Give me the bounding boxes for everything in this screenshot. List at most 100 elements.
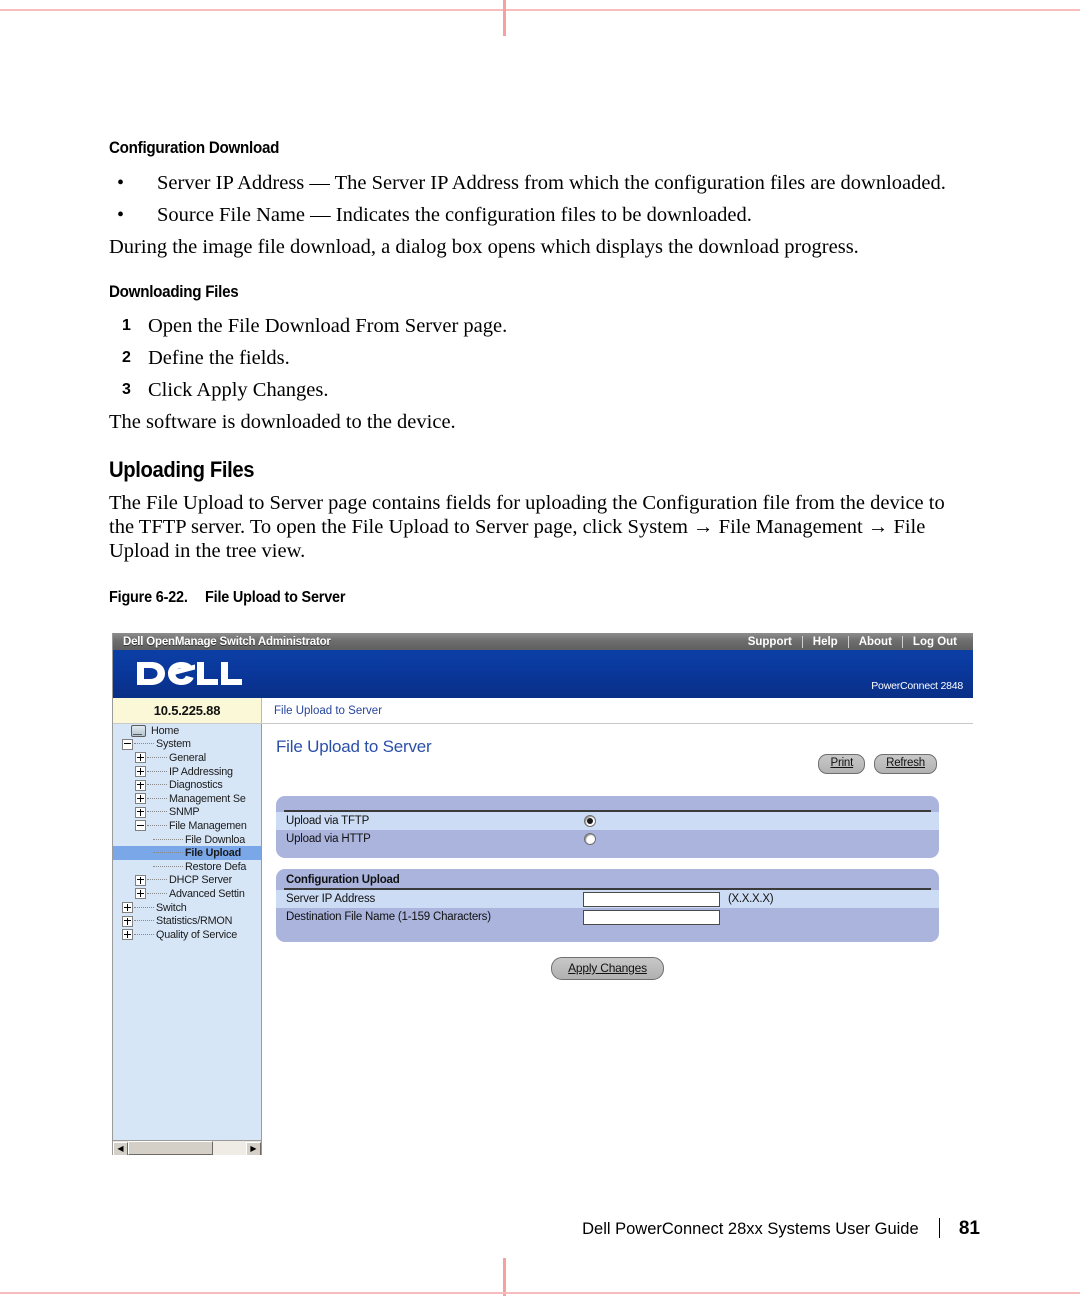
tree-connector xyxy=(147,824,167,827)
footer-guide-title: Dell PowerConnect 28xx Systems User Guid… xyxy=(582,1220,919,1238)
row-upload-via-tftp[interactable]: Upload via TFTP xyxy=(276,812,939,830)
configuration-upload-panel: Configuration Upload Server IP Address (… xyxy=(276,869,939,942)
tree-item-label: Home xyxy=(151,724,180,737)
nav-link-help[interactable]: Help xyxy=(803,636,848,648)
tree-connector xyxy=(147,784,167,786)
tree-item-file-upload[interactable]: File Upload xyxy=(113,846,261,860)
refresh-button[interactable]: Refresh xyxy=(874,754,937,774)
server-ip-format-hint: (X.X.X.X) xyxy=(728,893,774,905)
figure-title: File Upload to Server xyxy=(205,589,346,606)
breadcrumb: File Upload to Server xyxy=(274,704,383,717)
nav-link-about[interactable]: About xyxy=(849,636,902,648)
tree-scroll-viewport: Home System General IP Addressing Diagno… xyxy=(113,724,261,1141)
scroll-right-arrow-icon[interactable]: ▶ xyxy=(246,1141,261,1155)
collapse-minus-icon[interactable] xyxy=(135,820,146,832)
tree-item-snmp[interactable]: SNMP xyxy=(113,806,261,820)
tree-item-quality-of-service[interactable]: Quality of Service xyxy=(113,928,261,942)
heading-uploading-files: Uploading Files xyxy=(109,457,255,482)
row-server-ip-address: Server IP Address (X.X.X.X) xyxy=(276,890,939,908)
print-button[interactable]: Print xyxy=(818,754,866,774)
expand-plus-icon[interactable] xyxy=(135,888,146,900)
tree-connector xyxy=(153,838,183,841)
tree-item-switch[interactable]: Switch xyxy=(113,901,261,915)
apply-button-row: Apply Changes xyxy=(276,957,939,980)
row-label: Server IP Address xyxy=(286,893,376,905)
tree-item-dhcp-server[interactable]: DHCP Server xyxy=(113,874,261,888)
expand-plus-icon[interactable] xyxy=(135,806,146,818)
nav-link-log-out[interactable]: Log Out xyxy=(903,636,967,648)
paragraph-uploading-files: The File Upload to Server page contains … xyxy=(109,492,945,562)
expand-plus-icon[interactable] xyxy=(122,915,133,927)
bullet-text: Server IP Address — The Server IP Addres… xyxy=(157,172,946,194)
tree-connector xyxy=(147,879,167,881)
navigation-tree[interactable]: Home System General IP Addressing Diagno… xyxy=(113,724,262,1155)
tree-item-management-security[interactable]: Management Se xyxy=(113,792,261,806)
step-number: 2 xyxy=(122,349,131,366)
device-ip-address: 10.5.225.88 xyxy=(113,698,262,723)
device-model: PowerConnect 2848 xyxy=(871,680,963,692)
expand-plus-icon[interactable] xyxy=(135,752,146,764)
tree-item-home[interactable]: Home xyxy=(113,724,261,738)
tree-item-general[interactable]: General xyxy=(113,751,261,765)
tree-connector xyxy=(153,852,183,854)
tree-item-advanced-settings[interactable]: Advanced Settin xyxy=(113,887,261,901)
expand-plus-icon[interactable] xyxy=(135,779,146,791)
tree-item-file-download[interactable]: File Downloa xyxy=(113,833,261,847)
footer-page-number: 81 xyxy=(958,1218,980,1239)
heading-downloading-files: Downloading Files xyxy=(109,283,239,301)
expand-plus-icon[interactable] xyxy=(135,793,146,805)
tree-item-label: IP Addressing xyxy=(169,765,233,778)
apply-changes-button[interactable]: Apply Changes xyxy=(551,957,664,980)
tree-item-label: System xyxy=(156,738,191,751)
expand-plus-icon[interactable] xyxy=(135,874,146,886)
page-footer: Dell PowerConnect 28xx Systems User Guid… xyxy=(0,1218,1080,1240)
tree-item-restore-defaults[interactable]: Restore Defa xyxy=(113,860,261,874)
footer-separator xyxy=(939,1218,941,1238)
tree-connector xyxy=(147,811,167,813)
page-canvas: Configuration Download • Server IP Addre… xyxy=(0,0,1080,1296)
tree-item-label: Advanced Settin xyxy=(169,887,245,900)
expand-plus-icon[interactable] xyxy=(135,766,146,778)
upload-method-panel: Upload via TFTP Upload via HTTP xyxy=(276,796,939,858)
paragraph-download-progress: During the image file download, a dialog… xyxy=(109,236,859,258)
radio-upload-via-tftp[interactable] xyxy=(584,815,596,827)
tree-connector xyxy=(134,743,154,745)
figure-screenshot: Dell OpenManage Switch Administrator Sup… xyxy=(112,633,973,1155)
tree-item-system[interactable]: System xyxy=(113,738,261,752)
tree-item-label: File Upload xyxy=(185,847,241,860)
scrollbar-track[interactable] xyxy=(128,1141,246,1155)
step-number: 3 xyxy=(122,381,131,398)
tree-item-label: File Managemen xyxy=(169,819,247,832)
expand-plus-icon[interactable] xyxy=(122,902,133,914)
scroll-left-arrow-icon[interactable]: ◀ xyxy=(113,1141,128,1155)
app-ip-bar: 10.5.225.88 File Upload to Server xyxy=(113,698,973,724)
tree-connector xyxy=(134,933,154,936)
server-ip-input[interactable] xyxy=(583,891,720,907)
app-title: Dell OpenManage Switch Administrator xyxy=(123,635,331,648)
expand-plus-icon[interactable] xyxy=(122,929,133,941)
tree-item-ip-addressing[interactable]: IP Addressing xyxy=(113,765,261,779)
collapse-minus-icon[interactable] xyxy=(122,738,133,750)
tree-item-label: Quality of Service xyxy=(156,928,238,941)
scrollbar-thumb[interactable] xyxy=(128,1141,213,1155)
tree-item-diagnostics[interactable]: Diagnostics xyxy=(113,778,261,792)
row-upload-via-http[interactable]: Upload via HTTP xyxy=(276,830,939,848)
figure-number: Figure 6-22. xyxy=(109,589,188,606)
step-text: Open the File Download From Server page. xyxy=(148,315,508,337)
tree-item-file-management[interactable]: File Managemen xyxy=(113,819,261,833)
tree-connector xyxy=(147,756,167,759)
bullet-text: Source File Name — Indicates the configu… xyxy=(157,204,752,226)
row-label: Upload via TFTP xyxy=(286,815,370,827)
radio-upload-via-http[interactable] xyxy=(584,833,596,845)
destination-file-name-input[interactable] xyxy=(583,909,720,925)
tree-item-label: SNMP xyxy=(169,806,200,819)
nav-link-support[interactable]: Support xyxy=(738,636,802,648)
step-number: 1 xyxy=(122,317,131,334)
tree-horizontal-scrollbar[interactable]: ◀ ▶ xyxy=(113,1140,261,1155)
tree-item-label: Restore Defa xyxy=(185,860,247,873)
tree-item-label: General xyxy=(169,751,207,764)
tree-connector xyxy=(147,797,167,800)
bullet-dot-icon: • xyxy=(117,204,125,226)
step-text: Click Apply Changes. xyxy=(148,379,329,401)
tree-item-statistics-rmon[interactable]: Statistics/RMON xyxy=(113,914,261,928)
